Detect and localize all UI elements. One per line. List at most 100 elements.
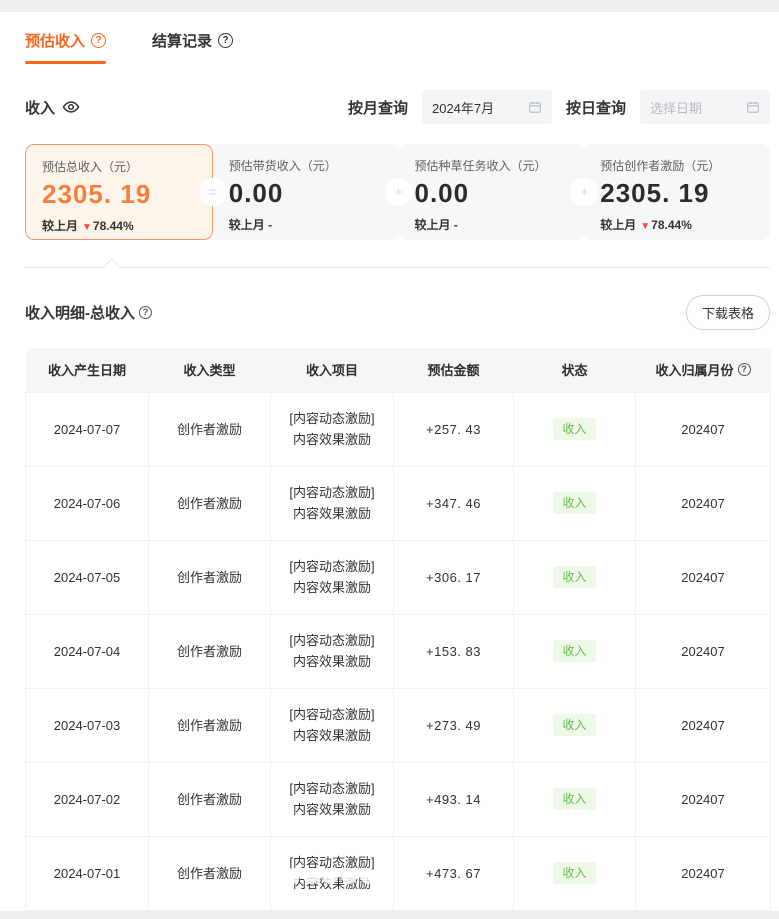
date-filters: 按月查询 2024年7月 按日查询 选择日期 [348,90,770,124]
cell-date: 2024-07-05 [26,540,149,614]
cell-amount: +493. 14 [394,762,514,836]
table-row: 2024-07-04 创作者激励 [内容动态激励]内容效果激励 +153. 83… [26,614,771,688]
col-header-month: 收入归属月份? [636,348,771,392]
tab-settlement-records-label: 结算记录 [152,30,212,51]
cell-type: 创作者激励 [149,392,271,466]
question-circle-icon[interactable]: ? [218,33,233,48]
cell-status: 收入 [514,466,636,540]
month-picker-input[interactable]: 2024年7月 [422,90,552,124]
status-badge: 收入 [553,492,595,514]
income-label: 收入 [25,97,55,118]
day-picker-placeholder: 选择日期 [650,98,702,117]
cell-project: [内容动态激励]内容效果激励 [271,392,394,466]
cell-amount: +347. 46 [394,466,514,540]
cell-project: [内容动态激励]内容效果激励 [271,688,394,762]
query-toolbar: 收入 按月查询 2024年7月 按日查询 选择日期 [25,90,770,124]
status-badge: 收入 [553,640,595,662]
cell-type: 创作者激励 [149,614,271,688]
cell-date: 2024-07-07 [26,392,149,466]
status-badge: 收入 [553,418,595,440]
status-badge: 收入 [553,788,595,810]
cell-type: 创作者激励 [149,688,271,762]
card-compare: 较上月 - [415,216,569,233]
card-title: 预估种草任务收入（元） [415,157,569,174]
cell-status: 收入 [514,688,636,762]
card-compare: 较上月▼78.44% [600,216,754,233]
card-title: 预估带货收入（元） [229,157,383,174]
detail-title: 收入明细-总收入 ? [25,302,152,323]
cell-date: 2024-07-01 [26,836,149,910]
income-section-title: 收入 [25,97,80,118]
cell-status: 收入 [514,392,636,466]
cell-month: 202407 [636,688,771,762]
card-creator-incentive[interactable]: 预估创作者激励（元） 2305. 19 较上月▼78.44% [584,144,770,240]
cell-amount: +153. 83 [394,614,514,688]
detail-section-head: 收入明细-总收入 ? 下载表格 [25,295,770,330]
question-circle-icon[interactable]: ? [91,33,106,48]
table-row: 2024-07-06 创作者激励 [内容动态激励]内容效果激励 +347. 46… [26,466,771,540]
card-total-income[interactable]: 预估总收入（元） 2305. 19 较上月▼78.44% [25,144,213,240]
table-header-row: 收入产生日期 收入类型 收入项目 预估金额 状态 收入归属月份? [26,348,771,392]
tab-settlement-records[interactable]: 结算记录 ? [152,30,233,64]
question-circle-icon[interactable]: ? [738,363,751,376]
card-value: 2305. 19 [600,178,754,209]
tab-bar: 预估收入 ? 结算记录 ? [25,30,770,64]
card-title: 预估总收入（元） [42,158,196,175]
cell-project: [内容动态激励]内容效果激励 [271,466,394,540]
cell-month: 202407 [636,540,771,614]
eye-icon[interactable] [62,98,80,116]
cell-type: 创作者激励 [149,466,271,540]
cell-project: [内容动态激励]内容效果激励 [271,614,394,688]
card-title: 预估创作者激励（元） [600,157,754,174]
col-header-project: 收入项目 [271,348,394,392]
down-arrow-icon: ▼ [640,221,650,232]
selected-card-caret-divider [25,267,770,268]
cell-month: 202407 [636,762,771,836]
cell-date: 2024-07-06 [26,466,149,540]
status-badge: 收入 [553,714,595,736]
cell-project: [内容动态激励]内容效果激励 [271,836,394,910]
status-badge: 收入 [553,566,595,588]
cell-project: [内容动态激励]内容效果激励 [271,762,394,836]
month-picker-value: 2024年7月 [432,98,494,117]
cell-month: 202407 [636,466,771,540]
col-header-status: 状态 [514,348,636,392]
income-detail-table: 收入产生日期 收入类型 收入项目 预估金额 状态 收入归属月份? 2024-07… [25,348,771,911]
tab-estimated-income-label: 预估收入 [25,30,85,51]
plus-operator: + [385,178,413,206]
card-goods-income[interactable]: 预估带货收入（元） 0.00 较上月 - [213,144,399,240]
download-table-button[interactable]: 下载表格 [686,295,770,330]
month-query-label: 按月查询 [348,97,408,118]
card-value: 2305. 19 [42,179,196,210]
question-circle-icon[interactable]: ? [139,306,152,319]
card-seeding-task-income[interactable]: 预估种草任务收入（元） 0.00 较上月 - [399,144,585,240]
cell-status: 收入 [514,762,636,836]
card-compare: 较上月 - [229,216,383,233]
income-panel: 预估收入 ? 结算记录 ? 收入 按月查询 2024年7月 [0,12,779,911]
status-badge: 收入 [553,862,595,884]
day-picker-input[interactable]: 选择日期 [640,90,770,124]
col-header-type: 收入类型 [149,348,271,392]
cell-amount: +473. 67 [394,836,514,910]
equals-operator: = [199,178,227,206]
cell-month: 202407 [636,392,771,466]
down-arrow-icon: ▼ [82,222,92,233]
cell-project: [内容动态激励]内容效果激励 [271,540,394,614]
col-header-amount: 预估金额 [394,348,514,392]
cell-date: 2024-07-03 [26,688,149,762]
cell-amount: +257. 43 [394,392,514,466]
table-row: 2024-07-03 创作者激励 [内容动态激励]内容效果激励 +273. 49… [26,688,771,762]
tab-estimated-income[interactable]: 预估收入 ? [25,30,106,64]
cell-month: 202407 [636,836,771,910]
cell-status: 收入 [514,614,636,688]
table-row: 2024-07-02 创作者激励 [内容动态激励]内容效果激励 +493. 14… [26,762,771,836]
calendar-icon [528,100,542,114]
calendar-icon [746,100,760,114]
cell-type: 创作者激励 [149,762,271,836]
table-row: 2024-07-05 创作者激励 [内容动态激励]内容效果激励 +306. 17… [26,540,771,614]
card-value: 0.00 [415,178,569,209]
cell-status: 收入 [514,836,636,910]
cell-amount: +306. 17 [394,540,514,614]
cell-month: 202407 [636,614,771,688]
cell-type: 创作者激励 [149,836,271,910]
